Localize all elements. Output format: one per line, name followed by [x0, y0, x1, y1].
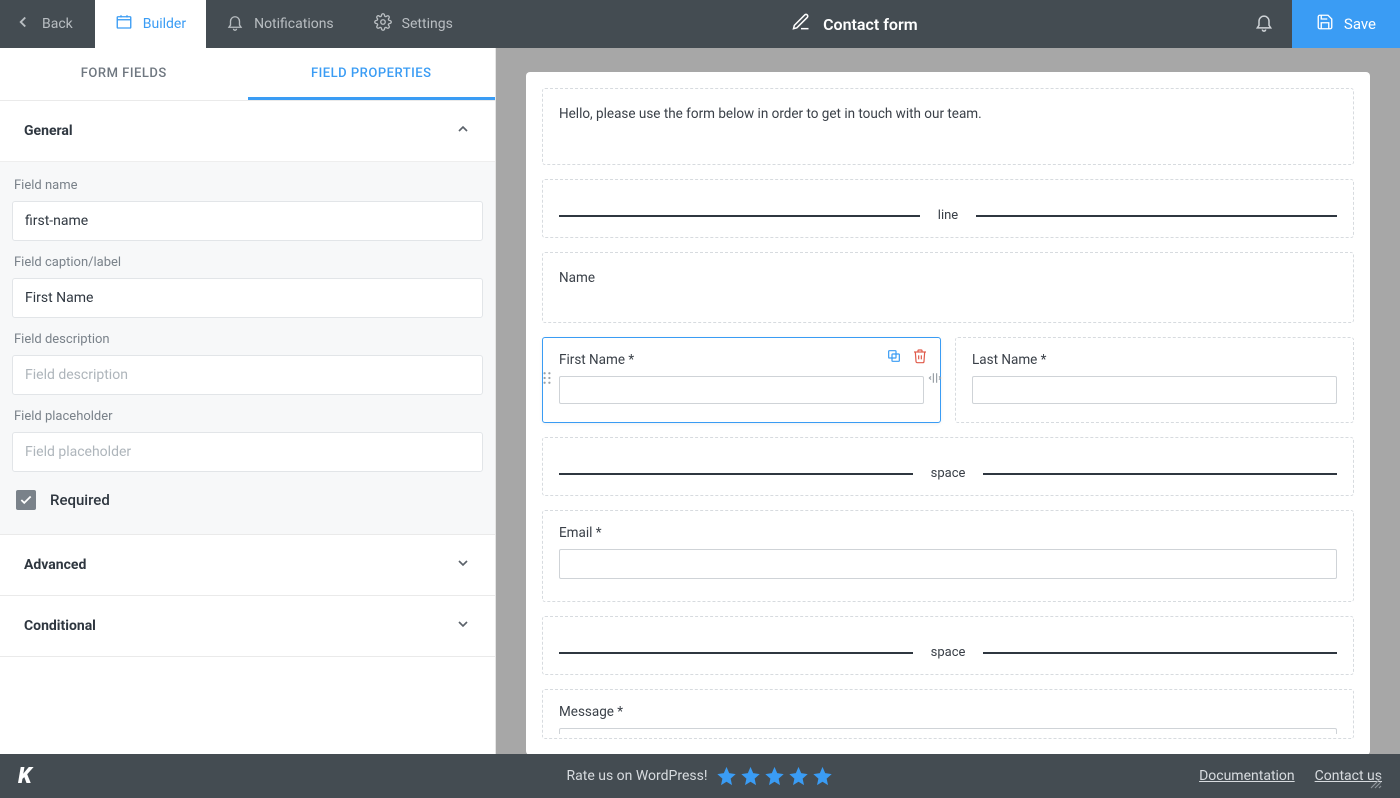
divider-line	[976, 215, 1337, 217]
name-heading: Name	[559, 270, 595, 286]
notifications-label: Notifications	[254, 16, 334, 32]
sidebar: FORM FIELDS FIELD PROPERTIES General Fie…	[0, 48, 496, 754]
main-area: FORM FIELDS FIELD PROPERTIES General Fie…	[0, 48, 1400, 754]
documentation-link[interactable]: Documentation	[1199, 768, 1295, 784]
last-name-input-preview[interactable]	[972, 376, 1337, 404]
notifications-indicator[interactable]	[1236, 0, 1292, 48]
name-heading-block[interactable]: Name	[542, 252, 1354, 323]
star-icon[interactable]	[715, 765, 737, 787]
star-icon[interactable]	[787, 765, 809, 787]
space-block-1[interactable]: space	[542, 437, 1354, 496]
section-general-body: Field name Field caption/label Field des…	[0, 161, 495, 534]
first-name-label: First Name *	[559, 352, 924, 368]
email-field-block[interactable]: Email *	[542, 510, 1354, 602]
section-general-header[interactable]: General	[0, 101, 495, 161]
bell-icon	[226, 13, 244, 35]
message-textarea-preview[interactable]	[559, 728, 1337, 734]
space-block-2[interactable]: space	[542, 616, 1354, 675]
divider-line	[559, 473, 913, 475]
field-placeholder-label: Field placeholder	[12, 409, 483, 424]
field-caption-label: Field caption/label	[12, 255, 483, 270]
footer-links: Documentation Contact us	[1199, 768, 1382, 784]
chevron-down-icon	[455, 555, 471, 575]
message-label: Message *	[559, 704, 1337, 720]
section-general: General Field name Field caption/label F…	[0, 101, 495, 535]
footer: K Rate us on WordPress! Documentation Co…	[0, 754, 1400, 798]
rate-text: Rate us on WordPress!	[567, 768, 708, 784]
settings-label: Settings	[402, 16, 453, 32]
form-preview: Hello, please use the form below in orde…	[526, 72, 1370, 754]
star-icon[interactable]	[811, 765, 833, 787]
section-conditional: Conditional	[0, 596, 495, 657]
email-label: Email *	[559, 525, 1337, 541]
chevron-up-icon	[455, 121, 471, 141]
field-description-input[interactable]	[12, 355, 483, 395]
required-label: Required	[50, 491, 110, 509]
field-description-label: Field description	[12, 332, 483, 347]
field-caption-input[interactable]	[12, 278, 483, 318]
rating-stars[interactable]	[715, 765, 833, 787]
resize-corner-icon[interactable]	[1366, 773, 1382, 789]
field-name-label: Field name	[12, 178, 483, 193]
tab-form-fields[interactable]: FORM FIELDS	[0, 48, 248, 100]
required-row[interactable]: Required	[12, 476, 483, 516]
back-button[interactable]: Back	[0, 0, 95, 48]
top-bar: Back Builder Notifications Settings Cont…	[0, 0, 1400, 48]
builder-icon	[115, 13, 133, 35]
field-name-input[interactable]	[12, 201, 483, 241]
drag-handle-icon[interactable]	[541, 370, 553, 390]
trash-icon[interactable]	[912, 348, 928, 368]
field-placeholder-input[interactable]	[12, 432, 483, 472]
space-label: space	[931, 466, 966, 481]
section-advanced: Advanced	[0, 535, 495, 596]
page-title-wrap: Contact form	[473, 0, 1236, 48]
divider-line	[559, 215, 920, 217]
chevron-left-icon	[14, 13, 32, 35]
section-general-title: General	[24, 123, 73, 139]
sidebar-tabs: FORM FIELDS FIELD PROPERTIES	[0, 48, 495, 101]
resize-handle-icon[interactable]	[928, 370, 942, 390]
last-name-label: Last Name *	[972, 352, 1337, 368]
message-field-block[interactable]: Message *	[542, 689, 1354, 739]
section-advanced-title: Advanced	[24, 557, 86, 573]
page-title: Contact form	[823, 15, 918, 34]
star-icon[interactable]	[739, 765, 761, 787]
gear-icon	[374, 13, 392, 35]
divider-line	[559, 652, 913, 654]
rate-us: Rate us on WordPress!	[567, 765, 834, 787]
name-row: First Name * Last Name *	[542, 337, 1354, 423]
bell-icon	[1254, 12, 1274, 36]
email-input-preview[interactable]	[559, 549, 1337, 579]
first-name-input-preview[interactable]	[559, 376, 924, 404]
tab-builder[interactable]: Builder	[95, 0, 206, 48]
line-divider-block[interactable]: line	[542, 179, 1354, 238]
tab-notifications[interactable]: Notifications	[206, 0, 354, 48]
intro-text-block[interactable]: Hello, please use the form below in orde…	[542, 88, 1354, 165]
builder-label: Builder	[143, 16, 186, 32]
section-conditional-header[interactable]: Conditional	[0, 596, 495, 656]
divider-line	[983, 652, 1337, 654]
field-actions	[886, 348, 928, 368]
save-button[interactable]: Save	[1292, 0, 1400, 48]
back-label: Back	[42, 16, 73, 32]
section-conditional-title: Conditional	[24, 618, 96, 634]
divider-label: line	[938, 208, 958, 223]
brand-logo: K	[18, 764, 32, 789]
chevron-down-icon	[455, 616, 471, 636]
section-advanced-header[interactable]: Advanced	[0, 535, 495, 595]
divider-line	[983, 473, 1337, 475]
duplicate-icon[interactable]	[886, 348, 902, 368]
save-label: Save	[1344, 15, 1376, 33]
tab-settings[interactable]: Settings	[354, 0, 473, 48]
save-icon	[1316, 13, 1334, 35]
last-name-field-block[interactable]: Last Name *	[955, 337, 1354, 423]
intro-text: Hello, please use the form below in orde…	[559, 106, 982, 122]
star-icon[interactable]	[763, 765, 785, 787]
edit-icon	[791, 12, 811, 36]
required-checkbox[interactable]	[16, 490, 36, 510]
first-name-field-block[interactable]: First Name *	[542, 337, 941, 423]
canvas[interactable]: Hello, please use the form below in orde…	[496, 48, 1400, 754]
tab-field-properties[interactable]: FIELD PROPERTIES	[248, 48, 496, 100]
space-label: space	[931, 645, 966, 660]
